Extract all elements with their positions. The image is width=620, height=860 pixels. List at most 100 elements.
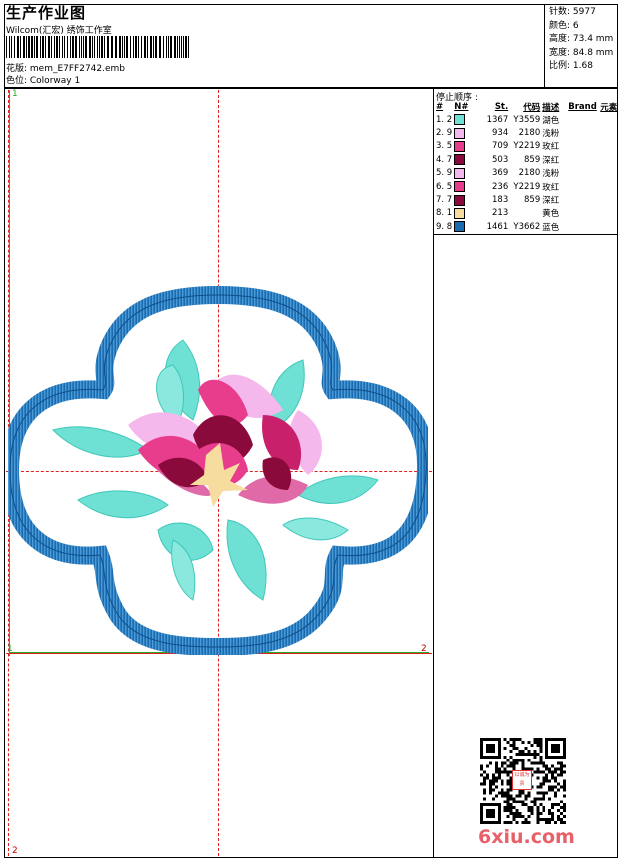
thread-description: 黄色 (542, 209, 560, 220)
element-cell (600, 113, 619, 126)
color-swatch (454, 114, 466, 126)
stitch-count-cell: 183 (492, 195, 509, 206)
table-row: 4. 7 503 859 深红 (436, 153, 619, 166)
table-row: 7. 7 183 859 深红 (436, 193, 619, 206)
table-row: 1. 2 1367 Y3559 湖色 (436, 113, 619, 126)
thread-code: 2180 (518, 128, 541, 139)
col-element: 元素 (600, 103, 618, 113)
thread-description: 玫红 (542, 142, 560, 153)
brand-cell (568, 113, 600, 126)
col-index: # (436, 102, 444, 112)
stop-sequence-table: # N# St. 代码 描述 Brand 元素 1. 2 1367 Y3559 湖色 2… (436, 101, 619, 234)
thread-swatch (454, 140, 480, 153)
design-width: 宽度: 84.8 mm (549, 47, 614, 58)
embroidery-design (8, 285, 428, 655)
brand-cell (568, 180, 600, 193)
col-needle: N# (454, 102, 469, 112)
brand-cell (568, 220, 600, 233)
element-cell (600, 193, 619, 206)
stitch-count-cell: 213 (492, 208, 509, 219)
thread-description: 浅粉 (542, 129, 560, 140)
side-divider (433, 234, 618, 235)
table-row: 2. 9 934 2180 浅粉 (436, 126, 619, 139)
stitch-count-cell: 236 (492, 181, 509, 192)
stop-index: 5. 9 (436, 168, 453, 179)
thread-description: 蓝色 (542, 222, 560, 233)
col-description: 描述 (542, 103, 560, 113)
thread-swatch (454, 207, 480, 220)
thread-code: Y2219 (513, 181, 541, 192)
element-cell (600, 180, 619, 193)
thread-code: 859 (524, 195, 541, 206)
design-height: 高度: 73.4 mm (549, 34, 614, 44)
watermark: 6xiu.com (478, 826, 575, 848)
color-swatch (454, 207, 466, 219)
col-code: 代码 (523, 103, 541, 113)
brand-cell (568, 167, 600, 180)
table-header-row: # N# St. 代码 描述 Brand 元素 (436, 101, 619, 113)
thread-description: 湖色 (542, 115, 560, 126)
stop-index: 3. 5 (436, 141, 453, 152)
brand-cell (568, 193, 600, 206)
thread-code: Y2219 (513, 141, 541, 152)
stitch-count-cell: 1367 (486, 114, 509, 125)
design-stats: 针数: 5977 颜色: 6 高度: 73.4 mm 宽度: 84.8 mm 比… (544, 4, 618, 88)
element-cell (600, 207, 619, 220)
element-cell (600, 153, 619, 166)
table-row: 8. 1 213 黄色 (436, 207, 619, 220)
brand-cell (568, 207, 600, 220)
brand-cell (568, 153, 600, 166)
company-name: Wilcom(汇宏) 绣饰工作室 (6, 26, 112, 36)
color-swatch (454, 221, 466, 233)
color-swatch (454, 140, 466, 152)
color-count: 颜色: 6 (549, 20, 579, 31)
thread-description: 深红 (542, 155, 560, 166)
thread-code (510, 207, 542, 220)
thread-code: Y3662 (513, 221, 541, 232)
color-swatch (454, 194, 466, 206)
thread-swatch (454, 180, 480, 193)
brand-cell (568, 126, 600, 139)
stop-index: 8. 1 (436, 208, 453, 219)
table-row: 5. 9 369 2180 浅粉 (436, 167, 619, 180)
stop-index: 9. 8 (436, 221, 453, 232)
table-row: 3. 5 709 Y2219 玫红 (436, 140, 619, 153)
barcode (6, 36, 189, 58)
col-stitches: St. (494, 102, 509, 112)
thread-swatch (454, 167, 480, 180)
thread-description: 玫红 (542, 182, 560, 193)
thread-swatch (454, 126, 480, 139)
color-swatch (454, 127, 466, 139)
thread-swatch (454, 113, 480, 126)
stitch-count-cell: 503 (492, 154, 509, 165)
element-cell (600, 167, 619, 180)
stop-index: 2. 9 (436, 128, 453, 139)
thread-description: 深红 (542, 196, 560, 207)
color-swatch (454, 167, 466, 179)
stop-index: 7. 7 (436, 195, 453, 206)
stitch-count-cell: 1461 (486, 221, 509, 232)
brand-cell (568, 140, 600, 153)
thread-swatch (454, 220, 480, 233)
stop-index: 1. 2 (436, 114, 453, 125)
thread-code: 2180 (518, 168, 541, 179)
col-brand: Brand (568, 102, 597, 112)
element-cell (600, 140, 619, 153)
stop-index: 6. 5 (436, 181, 453, 192)
table-row: 9. 8 1461 Y3662 蓝色 (436, 220, 619, 233)
marker-top-left: 1 (12, 89, 18, 99)
color-swatch (454, 181, 466, 193)
colorway-label: 色位: Colorway 1 (6, 76, 81, 86)
marker-bottom-left: 2 (12, 846, 18, 856)
thread-code: Y3559 (513, 114, 541, 125)
stitch-count: 针数: 5977 (549, 7, 596, 17)
thread-swatch (454, 193, 480, 206)
page-title: 生产作业图 (6, 4, 87, 22)
stitch-count-cell: 369 (492, 168, 509, 179)
design-scale: 比例: 1.68 (549, 61, 593, 71)
qr-seal: 以诚为贵 (512, 770, 532, 790)
table-row: 6. 5 236 Y2219 玫红 (436, 180, 619, 193)
stitch-count-cell: 709 (492, 141, 509, 152)
stop-index: 4. 7 (436, 154, 453, 165)
element-cell (600, 126, 619, 139)
